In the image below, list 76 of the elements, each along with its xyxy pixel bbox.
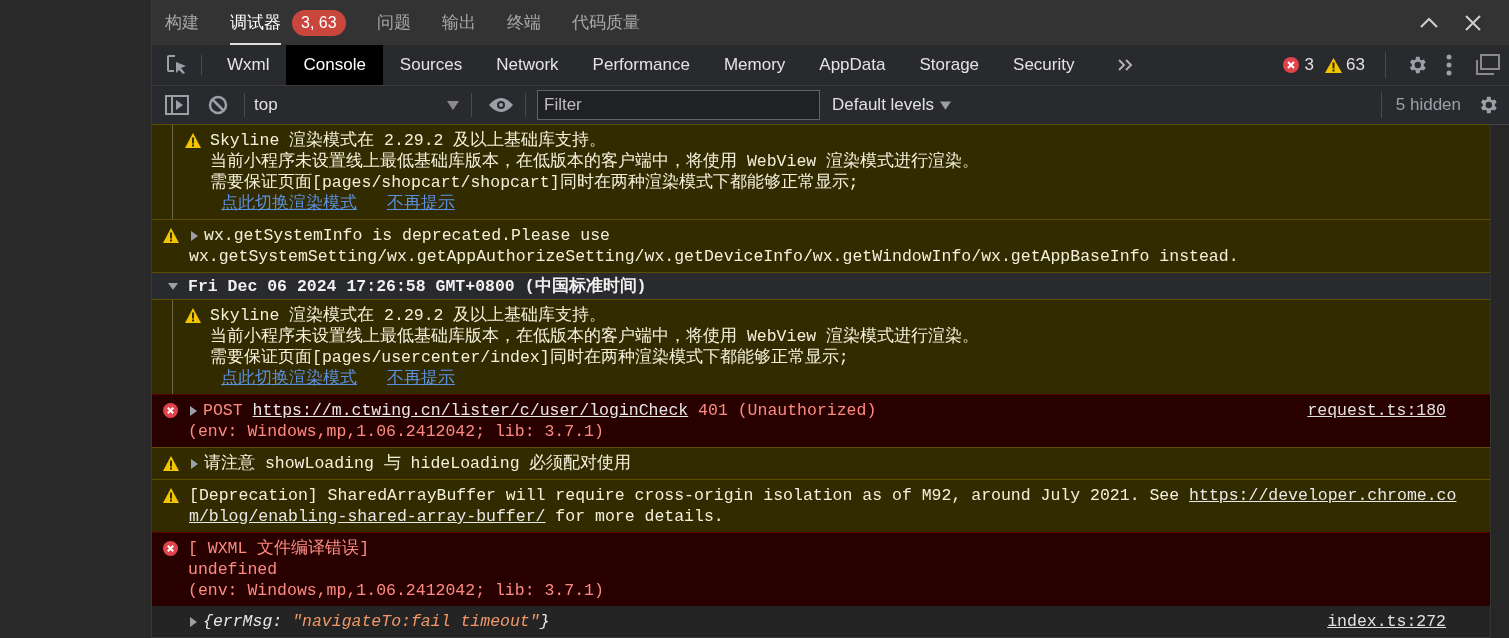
error-count[interactable]: 3 [1304, 52, 1315, 78]
message-text: undefined [188, 559, 278, 580]
message-text: POST [203, 400, 244, 421]
message-link[interactable]: https://m.ctwing.cn/lister/c/user/loginCheck [252, 400, 689, 421]
error-icon [163, 403, 178, 418]
clear-console-icon[interactable] [208, 95, 228, 115]
message-link[interactable]: https://developer.chrome.co [1189, 485, 1457, 506]
message-text: } [539, 611, 550, 632]
panel-tab[interactable]: 构建 [165, 0, 199, 45]
source-link[interactable]: request.ts:180 [1307, 400, 1490, 442]
group-title: Fri Dec 06 2024 17:26:58 GMT+0800 (中国标准时间) [188, 275, 647, 297]
message-link[interactable]: m/blog/enabling-shared-array-buffer/ [189, 506, 546, 527]
expand-triangle-icon[interactable] [189, 459, 199, 469]
devtools-tab[interactable]: Wxml [210, 45, 287, 85]
warning-icon [163, 456, 179, 471]
error-icon [163, 541, 178, 556]
message-text: 需要保证页面[pages/shopcart/shopcart]同时在两种渲染模式下都能够正常显示; [210, 172, 859, 193]
warning-icon [185, 308, 201, 323]
message-text: 当前小程序未设置线上最低基础库版本，在低版本的客户端中，将使用 WebView 渲染模式进行渲染。 [210, 326, 980, 347]
expand-triangle-icon[interactable] [188, 617, 198, 627]
inspect-icon[interactable] [166, 54, 188, 76]
count-badge: 3, 63 [292, 9, 346, 36]
message-text: [ WXML 文件编译错误] [188, 538, 370, 559]
devtools-tab[interactable]: Console [286, 45, 383, 85]
sidebar-toggle-icon[interactable] [165, 95, 189, 115]
action-link[interactable]: 不再提示 [387, 193, 455, 214]
chevron-up-icon[interactable] [1419, 16, 1439, 29]
hidden-count: 5 hidden [1395, 94, 1461, 117]
error-icon [1282, 57, 1299, 73]
panel-tab[interactable]: 代码质量 [571, 0, 640, 45]
devtools-tab[interactable]: Memory [706, 45, 803, 85]
devtools-tab[interactable]: Storage [902, 45, 997, 85]
panel-tab[interactable]: 输出 [441, 0, 476, 45]
panel-tab[interactable]: 问题 [376, 0, 411, 45]
dropdown-arrow-icon [940, 100, 952, 110]
message-text: wx.getSystemSetting/wx.getAppAuthorizeSetting/wx.getDeviceInfo/wx.getWindowInfo/wx.getAppBaseInfo instead. [189, 246, 1239, 267]
message-text: {errMsg: [203, 611, 284, 632]
warning-count[interactable]: 63 [1346, 52, 1365, 78]
devtools-tab[interactable]: Network [479, 45, 576, 85]
context-dropdown[interactable]: top [254, 92, 459, 118]
close-icon[interactable] [1465, 14, 1481, 31]
more-options-icon[interactable] [1446, 54, 1452, 76]
group-header[interactable]: Fri Dec 06 2024 17:26:58 GMT+0800 (中国标准时间) [152, 272, 1490, 300]
warning-icon [163, 228, 179, 243]
source-link[interactable]: index.ts:272 [1327, 611, 1490, 632]
action-link[interactable]: 点此切换渲染模式 [221, 193, 357, 214]
panel-tab[interactable]: 终端 [506, 0, 541, 45]
devtools-tab[interactable]: AppData [802, 45, 903, 85]
filter-field[interactable]: Filter [537, 90, 820, 120]
devtools-tab[interactable]: Sources [382, 45, 480, 85]
log-levels-dropdown[interactable]: Default levels [832, 92, 952, 118]
more-tabs-icon[interactable] [1117, 58, 1134, 72]
warning-icon [1325, 57, 1343, 73]
action-link[interactable]: 点此切换渲染模式 [221, 368, 357, 389]
message-text: wx.getSystemInfo is deprecated.Please use [204, 225, 610, 246]
eye-icon[interactable] [488, 97, 514, 113]
action-link[interactable]: 不再提示 [387, 368, 455, 389]
message-text: (env: Windows,mp,1.06.2412042; lib: 3.7.1) [188, 421, 604, 442]
message-text: (env: Windows,mp,1.06.2412042; lib: 3.7.1) [188, 580, 604, 601]
message-text: Skyline 渲染模式在 2.29.2 及以上基础库支持。 [210, 130, 607, 151]
devtools-tab[interactable]: Security [996, 45, 1092, 85]
message-text: for more details. [554, 506, 724, 527]
dock-icon[interactable] [1474, 54, 1500, 76]
message-text: 当前小程序未设置线上最低基础库版本，在低版本的客户端中，将使用 WebView 渲染模式进行渲染。 [210, 151, 980, 172]
message-text: 需要保证页面[pages/usercenter/index]同时在两种渲染模式下都能够正常显示; [210, 347, 849, 368]
message-text: 请注意 showLoading 与 hideLoading 必须配对使用 [204, 453, 632, 474]
string-value: "navigateTo:fail timeout" [292, 611, 540, 632]
warning-icon [185, 133, 201, 148]
message-text: Skyline 渲染模式在 2.29.2 及以上基础库支持。 [210, 305, 607, 326]
expand-triangle-icon[interactable] [189, 231, 199, 241]
expand-triangle-icon[interactable] [188, 406, 198, 416]
dropdown-arrow-icon [447, 100, 459, 110]
devtools-tab[interactable]: Performance [575, 45, 707, 85]
message-text: [Deprecation] SharedArrayBuffer will require cross-origin isolation as of M92, around July 2021. See [189, 485, 1181, 506]
warning-icon [163, 488, 179, 503]
message-text: 401 (Unauthorized) [697, 400, 877, 421]
